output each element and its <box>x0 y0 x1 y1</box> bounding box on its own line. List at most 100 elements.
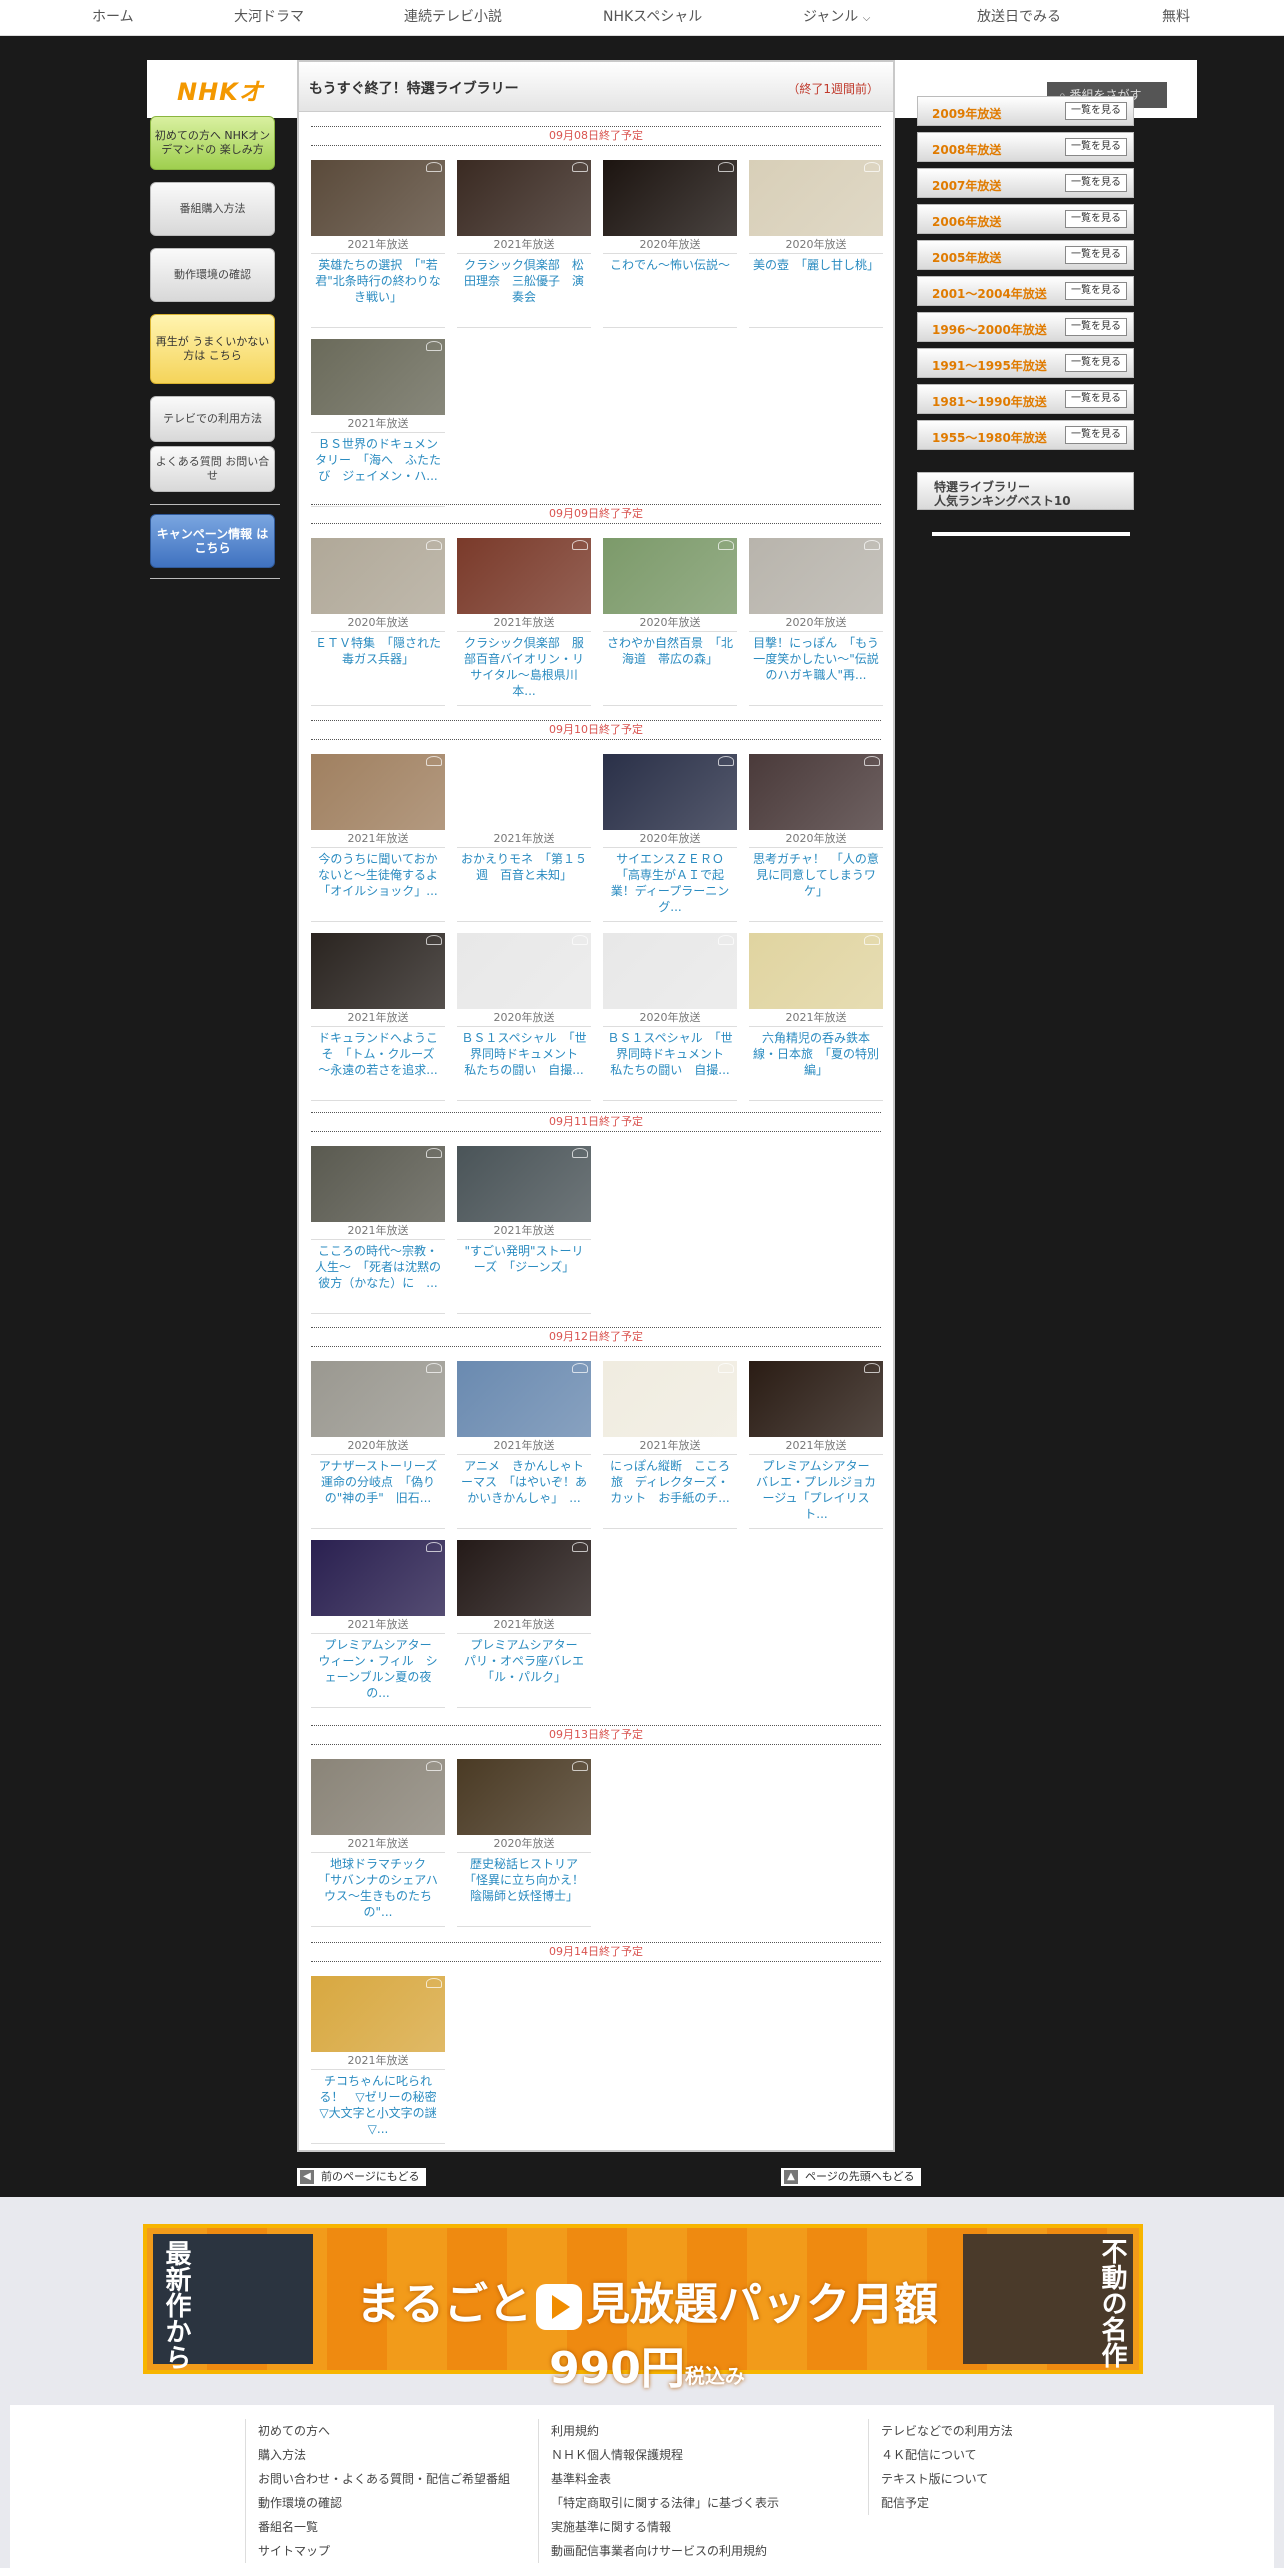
program-thumbnail[interactable] <box>457 1361 591 1437</box>
program-card[interactable]: 2020年放送 ＥＴＶ特集 「隠された毒ガス兵器」 <box>311 538 445 706</box>
nav-genre[interactable]: ジャンル ⌵ <box>803 0 870 36</box>
footer-link[interactable]: ４Ｋ配信について <box>869 2443 1168 2467</box>
program-card[interactable]: 2021年放送 クラシック倶楽部 服部百音バイオリン・リサイタル～島根県川本... <box>457 538 591 706</box>
program-thumbnail[interactable] <box>457 160 591 236</box>
footer-link[interactable]: 基準料金表 <box>539 2467 838 2491</box>
program-title-link[interactable]: サイエンスＺＥＲＯ 「高専生がＡＩで起業！ディープラーニング... <box>603 848 737 922</box>
view-list-button[interactable]: 一覧を見る <box>1065 390 1127 408</box>
program-title-link[interactable]: ＢＳ１スペシャル 「世界同時ドキュメント 私たちの闘い 自撮... <box>603 1027 737 1101</box>
program-thumbnail[interactable] <box>603 754 737 830</box>
view-list-button[interactable]: 一覧を見る <box>1065 282 1127 300</box>
nav-home[interactable]: ホーム <box>92 0 134 36</box>
back-to-top-button[interactable]: ▲ ページの先頭へもどる <box>781 2168 921 2186</box>
program-title-link[interactable]: 今のうちに聞いておかないと～生徒俺するよ 「オイルショック」... <box>311 848 445 922</box>
year-filter-item[interactable]: 1991～1995年放送 一覧を見る <box>917 348 1134 378</box>
view-list-button[interactable]: 一覧を見る <box>1065 354 1127 372</box>
program-card[interactable]: 2021年放送 プレミアムシアター バレエ・プレルジョカージュ「プレイリスト... <box>749 1361 883 1529</box>
program-card[interactable]: 2020年放送 ＢＳ１スペシャル 「世界同時ドキュメント 私たちの闘い 自撮... <box>457 933 591 1101</box>
nav-by-date[interactable]: 放送日でみる <box>977 0 1061 36</box>
program-title-link[interactable]: ドキュランドへようこそ 「トム・クルーズ ～永遠の若さを追求... <box>311 1027 445 1101</box>
program-card[interactable]: 2020年放送 さわやか自然百景 「北海道 帯広の森」 <box>603 538 737 706</box>
program-card[interactable]: 2021年放送 おかえりモネ 「第１５週 百音と未知」 <box>457 754 591 922</box>
year-filter-item[interactable]: 1981～1990年放送 一覧を見る <box>917 384 1134 414</box>
program-title-link[interactable]: チコちゃんに叱られる！ ▽ゼリーの秘密▽大文字と小文字の謎▽... <box>311 2070 445 2144</box>
program-thumbnail[interactable] <box>749 933 883 1009</box>
program-title-link[interactable]: プレミアムシアター ウィーン・フィル シェーンブルン夏の夜の... <box>311 1634 445 1708</box>
program-title-link[interactable]: ＢＳ１スペシャル 「世界同時ドキュメント 私たちの闘い 自撮... <box>457 1027 591 1101</box>
program-thumbnail[interactable] <box>603 538 737 614</box>
year-filter-item[interactable]: 2008年放送 一覧を見る <box>917 132 1134 162</box>
prev-page-button[interactable]: ◀ 前のページにもどる <box>297 2168 426 2186</box>
program-title-link[interactable]: 歴史秘話ヒストリア 「怪異に立ち向かえ！陰陽師と妖怪博士」 <box>457 1853 591 1927</box>
view-list-button[interactable]: 一覧を見る <box>1065 318 1127 336</box>
program-title-link[interactable]: こころの時代～宗教・人生～ 「死者は沈黙の彼方（かなた）に ... <box>311 1240 445 1314</box>
footer-link[interactable]: ＮＨＫ個人情報保護規程 <box>539 2443 838 2467</box>
footer-link[interactable]: 利用規約 <box>539 2419 838 2443</box>
program-thumbnail[interactable] <box>457 1146 591 1222</box>
program-card[interactable]: 2020年放送 アナザーストーリーズ 運命の分岐点 「偽りの"神の手" 旧石... <box>311 1361 445 1529</box>
footer-link[interactable]: 配信予定 <box>869 2491 1168 2515</box>
program-thumbnail[interactable] <box>311 754 445 830</box>
program-card[interactable]: 2020年放送 目撃！にっぽん 「もう一度笑かしたい～"伝説のハガキ職人"再... <box>749 538 883 706</box>
year-filter-item[interactable]: 2009年放送 一覧を見る <box>917 96 1134 126</box>
view-list-button[interactable]: 一覧を見る <box>1065 138 1127 156</box>
program-thumbnail[interactable] <box>311 160 445 236</box>
footer-link[interactable]: 動作環境の確認 <box>246 2491 545 2515</box>
program-card[interactable]: 2021年放送 英雄たちの選択 「"若君"北条時行の終わりなき戦い」 <box>311 160 445 328</box>
footer-link[interactable]: お問い合わせ・よくある質問・配信ご希望番組 <box>246 2467 545 2491</box>
program-card[interactable]: 2021年放送 今のうちに聞いておかないと～生徒俺するよ 「オイルショック」... <box>311 754 445 922</box>
program-card[interactable]: 2020年放送 思考ガチャ！ 「人の意見に同意してしまうワケ」 <box>749 754 883 922</box>
ranking-link[interactable]: 特選ライブラリー 人気ランキングベスト10 <box>917 472 1134 510</box>
program-thumbnail[interactable] <box>749 1361 883 1437</box>
program-card[interactable]: 2020年放送 ＢＳ１スペシャル 「世界同時ドキュメント 私たちの闘い 自撮... <box>603 933 737 1101</box>
program-card[interactable]: 2021年放送 六角精児の呑み鉄本線・日本旅 「夏の特別編」 <box>749 933 883 1101</box>
program-title-link[interactable]: アニメ きかんしゃトーマス 「はやいぞ！あかいきかんしゃ」 ... <box>457 1455 591 1529</box>
program-card[interactable]: 2021年放送 ＢＳ世界のドキュメンタリー 「海へ ふたたび ジェイメン・ハ... <box>311 339 445 507</box>
campaign-info-button[interactable]: キャンペーン情報 はこちら <box>150 514 275 568</box>
program-title-link[interactable]: 思考ガチャ！ 「人の意見に同意してしまうワケ」 <box>749 848 883 922</box>
program-thumbnail[interactable] <box>749 160 883 236</box>
program-thumbnail[interactable] <box>603 933 737 1009</box>
year-filter-item[interactable]: 2007年放送 一覧を見る <box>917 168 1134 198</box>
footer-link[interactable]: 実施基準に関する情報 <box>539 2515 838 2539</box>
year-filter-item[interactable]: 2005年放送 一覧を見る <box>917 240 1134 270</box>
program-thumbnail[interactable] <box>749 538 883 614</box>
program-card[interactable]: 2021年放送 チコちゃんに叱られる！ ▽ゼリーの秘密▽大文字と小文字の謎▽... <box>311 1976 445 2144</box>
program-title-link[interactable]: クラシック倶楽部 服部百音バイオリン・リサイタル～島根県川本... <box>457 632 591 706</box>
view-list-button[interactable]: 一覧を見る <box>1065 174 1127 192</box>
program-title-link[interactable]: 六角精児の呑み鉄本線・日本旅 「夏の特別編」 <box>749 1027 883 1101</box>
year-filter-item[interactable]: 1955～1980年放送 一覧を見る <box>917 420 1134 450</box>
nav-free[interactable]: 無料 <box>1162 0 1190 36</box>
purchase-guide-button[interactable]: 番組購入方法 <box>150 182 275 236</box>
program-card[interactable]: 2021年放送 アニメ きかんしゃトーマス 「はやいぞ！あかいきかんしゃ」 ... <box>457 1361 591 1529</box>
footer-link[interactable]: 購入方法 <box>246 2443 545 2467</box>
year-filter-item[interactable]: 2001～2004年放送 一覧を見る <box>917 276 1134 306</box>
program-thumbnail[interactable] <box>311 933 445 1009</box>
view-list-button[interactable]: 一覧を見る <box>1065 210 1127 228</box>
program-thumbnail[interactable] <box>311 1759 445 1835</box>
program-thumbnail[interactable] <box>457 1759 591 1835</box>
faq-contact-button[interactable]: よくある質問 お問い合せ <box>150 446 275 492</box>
footer-link[interactable]: サイトマップ <box>246 2539 545 2563</box>
program-card[interactable]: 2021年放送 にっぽん縦断 こころ旅 ディレクターズ・カット お手紙のチ... <box>603 1361 737 1529</box>
program-title-link[interactable]: おかえりモネ 「第１５週 百音と未知」 <box>457 848 591 922</box>
view-list-button[interactable]: 一覧を見る <box>1065 102 1127 120</box>
view-list-button[interactable]: 一覧を見る <box>1065 426 1127 444</box>
program-thumbnail[interactable] <box>457 1540 591 1616</box>
program-title-link[interactable]: "すごい発明"ストーリーズ 「ジーンズ」 <box>457 1240 591 1314</box>
program-title-link[interactable]: さわやか自然百景 「北海道 帯広の森」 <box>603 632 737 706</box>
program-card[interactable]: 2021年放送 プレミアムシアター ウィーン・フィル シェーンブルン夏の夜の... <box>311 1540 445 1708</box>
program-thumbnail[interactable] <box>311 538 445 614</box>
program-card[interactable]: 2021年放送 地球ドラマチック 「サバンナのシェアハウス～生きものたちの"... <box>311 1759 445 1927</box>
program-title-link[interactable]: 美の壺 「麗し甘し桃」 <box>749 254 883 328</box>
program-card[interactable]: 2021年放送 クラシック倶楽部 松田理奈 三舩優子 演奏会 <box>457 160 591 328</box>
program-thumbnail[interactable] <box>603 1361 737 1437</box>
nhk-ondemand-logo[interactable]: NHKオ <box>177 72 264 107</box>
playback-trouble-button[interactable]: 再生が うまくいかない方は こちら <box>150 314 275 384</box>
nav-taiga-drama[interactable]: 大河ドラマ <box>234 0 304 36</box>
program-title-link[interactable]: こわでん～怖い伝説～ <box>603 254 737 328</box>
program-thumbnail[interactable] <box>311 1976 445 2052</box>
program-thumbnail[interactable] <box>311 1361 445 1437</box>
footer-link[interactable]: 初めての方へ <box>246 2419 545 2443</box>
program-thumbnail[interactable] <box>457 754 591 830</box>
